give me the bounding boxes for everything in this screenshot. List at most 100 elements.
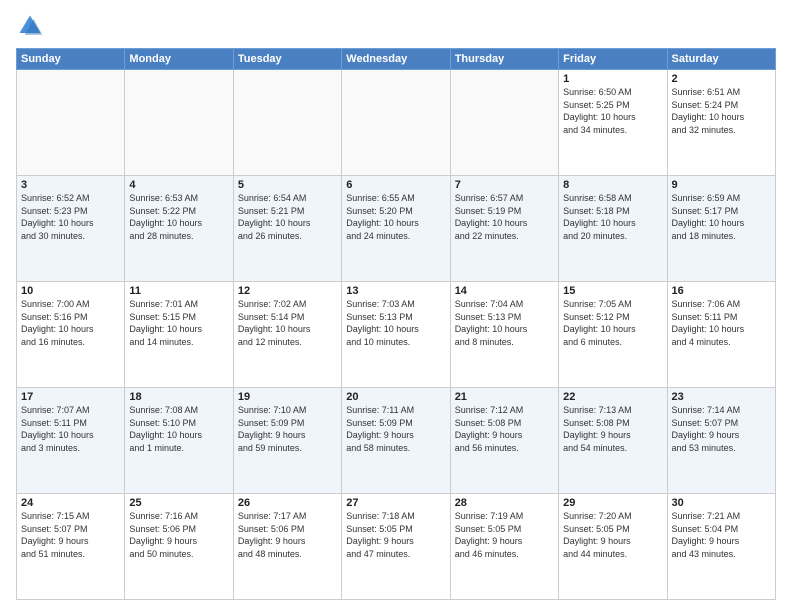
calendar-cell: 8Sunrise: 6:58 AM Sunset: 5:18 PM Daylig… xyxy=(559,176,667,282)
logo-icon xyxy=(16,12,44,40)
day-number: 30 xyxy=(672,497,771,509)
calendar-cell: 26Sunrise: 7:17 AM Sunset: 5:06 PM Dayli… xyxy=(233,494,341,600)
day-number: 19 xyxy=(238,391,337,403)
day-info: Sunrise: 7:06 AM Sunset: 5:11 PM Dayligh… xyxy=(672,298,771,348)
day-number: 9 xyxy=(672,179,771,191)
day-number: 29 xyxy=(563,497,662,509)
day-number: 11 xyxy=(129,285,228,297)
day-number: 8 xyxy=(563,179,662,191)
day-number: 27 xyxy=(346,497,445,509)
day-info: Sunrise: 7:00 AM Sunset: 5:16 PM Dayligh… xyxy=(21,298,120,348)
day-info: Sunrise: 7:05 AM Sunset: 5:12 PM Dayligh… xyxy=(563,298,662,348)
day-number: 13 xyxy=(346,285,445,297)
day-info: Sunrise: 7:18 AM Sunset: 5:05 PM Dayligh… xyxy=(346,510,445,560)
calendar-header-day: Sunday xyxy=(17,49,125,70)
calendar-header-day: Monday xyxy=(125,49,233,70)
calendar-week-row: 1Sunrise: 6:50 AM Sunset: 5:25 PM Daylig… xyxy=(17,70,776,176)
day-info: Sunrise: 6:51 AM Sunset: 5:24 PM Dayligh… xyxy=(672,86,771,136)
calendar-header-day: Thursday xyxy=(450,49,558,70)
calendar-cell: 27Sunrise: 7:18 AM Sunset: 5:05 PM Dayli… xyxy=(342,494,450,600)
calendar-cell: 12Sunrise: 7:02 AM Sunset: 5:14 PM Dayli… xyxy=(233,282,341,388)
page: SundayMondayTuesdayWednesdayThursdayFrid… xyxy=(0,0,792,612)
day-number: 5 xyxy=(238,179,337,191)
calendar-cell xyxy=(233,70,341,176)
day-number: 1 xyxy=(563,73,662,85)
day-info: Sunrise: 7:13 AM Sunset: 5:08 PM Dayligh… xyxy=(563,404,662,454)
calendar-cell xyxy=(342,70,450,176)
calendar-table: SundayMondayTuesdayWednesdayThursdayFrid… xyxy=(16,48,776,600)
day-info: Sunrise: 6:59 AM Sunset: 5:17 PM Dayligh… xyxy=(672,192,771,242)
day-info: Sunrise: 7:04 AM Sunset: 5:13 PM Dayligh… xyxy=(455,298,554,348)
day-info: Sunrise: 7:16 AM Sunset: 5:06 PM Dayligh… xyxy=(129,510,228,560)
day-info: Sunrise: 6:58 AM Sunset: 5:18 PM Dayligh… xyxy=(563,192,662,242)
day-number: 2 xyxy=(672,73,771,85)
calendar-cell: 16Sunrise: 7:06 AM Sunset: 5:11 PM Dayli… xyxy=(667,282,775,388)
calendar-week-row: 24Sunrise: 7:15 AM Sunset: 5:07 PM Dayli… xyxy=(17,494,776,600)
calendar-cell: 2Sunrise: 6:51 AM Sunset: 5:24 PM Daylig… xyxy=(667,70,775,176)
day-info: Sunrise: 7:15 AM Sunset: 5:07 PM Dayligh… xyxy=(21,510,120,560)
calendar-cell: 25Sunrise: 7:16 AM Sunset: 5:06 PM Dayli… xyxy=(125,494,233,600)
day-info: Sunrise: 6:57 AM Sunset: 5:19 PM Dayligh… xyxy=(455,192,554,242)
calendar-cell: 10Sunrise: 7:00 AM Sunset: 5:16 PM Dayli… xyxy=(17,282,125,388)
calendar-cell: 18Sunrise: 7:08 AM Sunset: 5:10 PM Dayli… xyxy=(125,388,233,494)
calendar-cell: 30Sunrise: 7:21 AM Sunset: 5:04 PM Dayli… xyxy=(667,494,775,600)
day-number: 17 xyxy=(21,391,120,403)
day-info: Sunrise: 7:10 AM Sunset: 5:09 PM Dayligh… xyxy=(238,404,337,454)
day-info: Sunrise: 7:12 AM Sunset: 5:08 PM Dayligh… xyxy=(455,404,554,454)
calendar-cell: 14Sunrise: 7:04 AM Sunset: 5:13 PM Dayli… xyxy=(450,282,558,388)
day-info: Sunrise: 7:01 AM Sunset: 5:15 PM Dayligh… xyxy=(129,298,228,348)
day-info: Sunrise: 6:50 AM Sunset: 5:25 PM Dayligh… xyxy=(563,86,662,136)
calendar-cell: 9Sunrise: 6:59 AM Sunset: 5:17 PM Daylig… xyxy=(667,176,775,282)
calendar-cell: 1Sunrise: 6:50 AM Sunset: 5:25 PM Daylig… xyxy=(559,70,667,176)
day-number: 12 xyxy=(238,285,337,297)
calendar-cell: 29Sunrise: 7:20 AM Sunset: 5:05 PM Dayli… xyxy=(559,494,667,600)
logo xyxy=(16,12,48,40)
day-number: 16 xyxy=(672,285,771,297)
calendar-cell xyxy=(17,70,125,176)
day-info: Sunrise: 7:17 AM Sunset: 5:06 PM Dayligh… xyxy=(238,510,337,560)
calendar-cell: 21Sunrise: 7:12 AM Sunset: 5:08 PM Dayli… xyxy=(450,388,558,494)
day-number: 22 xyxy=(563,391,662,403)
calendar-header-row: SundayMondayTuesdayWednesdayThursdayFrid… xyxy=(17,49,776,70)
day-number: 4 xyxy=(129,179,228,191)
calendar-cell: 13Sunrise: 7:03 AM Sunset: 5:13 PM Dayli… xyxy=(342,282,450,388)
calendar-cell: 3Sunrise: 6:52 AM Sunset: 5:23 PM Daylig… xyxy=(17,176,125,282)
day-number: 20 xyxy=(346,391,445,403)
day-number: 18 xyxy=(129,391,228,403)
calendar-header-day: Wednesday xyxy=(342,49,450,70)
calendar-cell: 19Sunrise: 7:10 AM Sunset: 5:09 PM Dayli… xyxy=(233,388,341,494)
calendar-cell: 6Sunrise: 6:55 AM Sunset: 5:20 PM Daylig… xyxy=(342,176,450,282)
day-number: 26 xyxy=(238,497,337,509)
day-info: Sunrise: 7:08 AM Sunset: 5:10 PM Dayligh… xyxy=(129,404,228,454)
day-number: 28 xyxy=(455,497,554,509)
calendar-cell: 22Sunrise: 7:13 AM Sunset: 5:08 PM Dayli… xyxy=(559,388,667,494)
calendar-week-row: 10Sunrise: 7:00 AM Sunset: 5:16 PM Dayli… xyxy=(17,282,776,388)
calendar-cell: 7Sunrise: 6:57 AM Sunset: 5:19 PM Daylig… xyxy=(450,176,558,282)
calendar-week-row: 3Sunrise: 6:52 AM Sunset: 5:23 PM Daylig… xyxy=(17,176,776,282)
day-number: 7 xyxy=(455,179,554,191)
day-info: Sunrise: 7:19 AM Sunset: 5:05 PM Dayligh… xyxy=(455,510,554,560)
calendar-cell: 5Sunrise: 6:54 AM Sunset: 5:21 PM Daylig… xyxy=(233,176,341,282)
day-number: 24 xyxy=(21,497,120,509)
calendar-cell: 24Sunrise: 7:15 AM Sunset: 5:07 PM Dayli… xyxy=(17,494,125,600)
calendar-cell xyxy=(125,70,233,176)
calendar-cell: 20Sunrise: 7:11 AM Sunset: 5:09 PM Dayli… xyxy=(342,388,450,494)
day-number: 23 xyxy=(672,391,771,403)
day-info: Sunrise: 7:02 AM Sunset: 5:14 PM Dayligh… xyxy=(238,298,337,348)
calendar-cell: 11Sunrise: 7:01 AM Sunset: 5:15 PM Dayli… xyxy=(125,282,233,388)
day-info: Sunrise: 6:55 AM Sunset: 5:20 PM Dayligh… xyxy=(346,192,445,242)
day-info: Sunrise: 7:14 AM Sunset: 5:07 PM Dayligh… xyxy=(672,404,771,454)
day-number: 3 xyxy=(21,179,120,191)
calendar-header-day: Saturday xyxy=(667,49,775,70)
day-number: 14 xyxy=(455,285,554,297)
day-info: Sunrise: 6:52 AM Sunset: 5:23 PM Dayligh… xyxy=(21,192,120,242)
day-number: 25 xyxy=(129,497,228,509)
calendar-header-day: Tuesday xyxy=(233,49,341,70)
day-info: Sunrise: 7:03 AM Sunset: 5:13 PM Dayligh… xyxy=(346,298,445,348)
day-info: Sunrise: 7:21 AM Sunset: 5:04 PM Dayligh… xyxy=(672,510,771,560)
calendar-cell: 15Sunrise: 7:05 AM Sunset: 5:12 PM Dayli… xyxy=(559,282,667,388)
calendar-cell: 28Sunrise: 7:19 AM Sunset: 5:05 PM Dayli… xyxy=(450,494,558,600)
calendar-cell xyxy=(450,70,558,176)
day-info: Sunrise: 7:07 AM Sunset: 5:11 PM Dayligh… xyxy=(21,404,120,454)
day-number: 10 xyxy=(21,285,120,297)
